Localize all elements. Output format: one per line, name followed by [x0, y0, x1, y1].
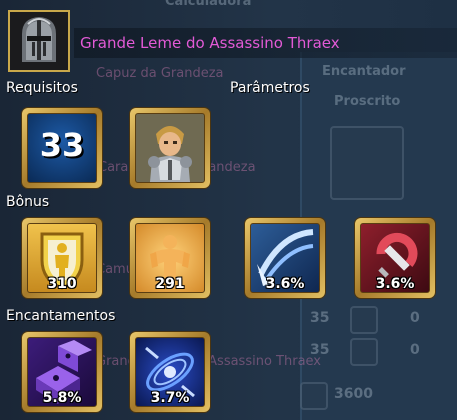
blue-vortex-icon: 3.7%	[135, 337, 205, 407]
enchantment-slot-dice[interactable]: 5.8%	[22, 332, 102, 412]
section-bonus: Bônus	[6, 194, 50, 210]
magnet-sword-icon: 3.6%	[360, 223, 430, 293]
purple-dice-icon: 5.8%	[27, 337, 97, 407]
bonus-slot-critical[interactable]: 3.6%	[245, 218, 325, 298]
body-strength-icon: 291	[135, 223, 205, 293]
level-requirement-slot[interactable]: 33	[22, 108, 102, 188]
item-tooltip: Grande Leme do Assassino Thraex Requisit…	[0, 0, 457, 420]
section-enchantments: Encantamentos	[6, 308, 116, 324]
item-name: Grande Leme do Assassino Thraex	[80, 34, 340, 52]
helmet-icon[interactable]	[8, 10, 70, 72]
bonus-value-critical: 3.6%	[265, 276, 305, 292]
bonus-slot-strength[interactable]: 291	[130, 218, 210, 298]
enchantment-value-vortex: 3.7%	[150, 390, 190, 406]
required-level: 33	[39, 126, 85, 164]
bonus-value-magnet: 3.6%	[375, 276, 415, 292]
enchantment-value-dice: 5.8%	[42, 390, 82, 406]
bonus-value-strength: 291	[155, 276, 185, 292]
bonus-value-stamina: 310	[47, 276, 77, 292]
bonus-slot-stamina[interactable]: 310	[22, 218, 102, 298]
critical-strike-icon: 3.6%	[250, 223, 320, 293]
level-badge: 33	[27, 113, 97, 183]
shield-stamina-icon: 310	[27, 223, 97, 293]
tooltip-header: Grande Leme do Assassino Thraex	[0, 0, 457, 78]
enchantment-slot-vortex[interactable]: 3.7%	[130, 332, 210, 412]
class-requirement-slot[interactable]	[130, 108, 210, 188]
armored-knight-portrait-icon	[135, 113, 205, 183]
section-requirements: Requisitos	[6, 80, 78, 96]
bonus-slot-magnet[interactable]: 3.6%	[355, 218, 435, 298]
section-parameters: Parâmetros	[230, 80, 310, 96]
